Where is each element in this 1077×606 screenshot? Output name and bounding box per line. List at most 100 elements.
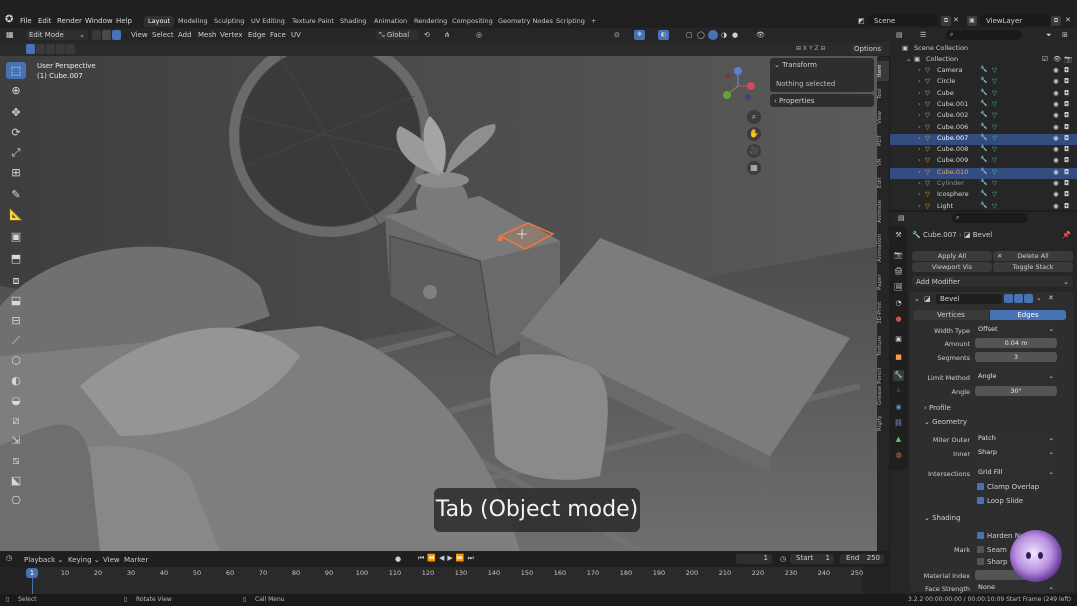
segments-field[interactable]: 3: [975, 352, 1057, 362]
outliner-editor-icon[interactable]: ▤: [896, 31, 903, 39]
add-cube-tool[interactable]: ▣: [6, 228, 26, 245]
new-scene-icon[interactable]: ⧉: [941, 16, 951, 26]
tab-edit[interactable]: Edit: [877, 175, 889, 191]
tool-tab-icon[interactable]: ⚒: [893, 230, 904, 241]
render-tab-icon[interactable]: 📷: [893, 250, 904, 261]
shading-rendered-icon[interactable]: ●: [732, 31, 738, 39]
transform-title[interactable]: ⌄ Transform: [774, 61, 817, 69]
close-scene-icon[interactable]: ✕: [953, 16, 959, 24]
tab-texture-paint[interactable]: Texture Paint: [288, 16, 338, 27]
tab-rigify[interactable]: Rigify: [877, 413, 889, 433]
move-tool[interactable]: ✥: [6, 104, 26, 121]
properties-title[interactable]: › Properties: [774, 97, 814, 105]
select-box-mode-intersect[interactable]: [66, 44, 75, 54]
shading-solid-icon[interactable]: [708, 30, 718, 40]
chevron-right-icon[interactable]: ›: [918, 145, 921, 153]
camera-icon[interactable]: ◘: [1064, 111, 1069, 119]
view-object-types-icon[interactable]: ⊙: [614, 31, 620, 39]
menu-add[interactable]: Add: [178, 31, 192, 39]
tab-scripting[interactable]: Scripting: [552, 16, 589, 27]
shear-tool[interactable]: ⧅: [6, 452, 26, 469]
cursor-tool[interactable]: ⊕: [6, 82, 26, 99]
outliner-display-icon[interactable]: ☰: [920, 31, 926, 39]
outliner-row[interactable]: › ▽ Cube 🔧 ▽ ◉ ◘: [890, 89, 1077, 100]
menu-marker[interactable]: Marker: [124, 556, 148, 564]
rotate-tool[interactable]: ⟳: [6, 124, 26, 141]
new-view-layer-icon[interactable]: ⧉: [1051, 16, 1061, 26]
sharp-checkbox[interactable]: [977, 558, 984, 565]
modifier-name-field[interactable]: Bevel: [936, 294, 1002, 304]
tab-animation[interactable]: Animation: [370, 16, 411, 27]
rip-region-tool[interactable]: ⬕: [6, 472, 26, 489]
pan-hand-icon[interactable]: ✋: [747, 127, 761, 141]
camera-icon[interactable]: ◘: [1064, 179, 1069, 187]
tab-modeling[interactable]: Modeling: [174, 16, 212, 27]
proportional-edit-icon[interactable]: ◎: [476, 31, 482, 39]
shading-wireframe-icon[interactable]: ◯: [697, 31, 705, 39]
end-frame-field[interactable]: End 250: [840, 554, 884, 564]
tab-tool[interactable]: Tool: [877, 85, 889, 103]
knife-tool[interactable]: ⟋: [6, 332, 26, 349]
current-frame-field[interactable]: 1: [736, 554, 772, 564]
eye-icon[interactable]: ◉: [1053, 111, 1059, 119]
camera-icon[interactable]: ◘: [1064, 123, 1069, 131]
object-tab-icon[interactable]: ■: [893, 352, 904, 363]
new-collection-icon[interactable]: ⊞: [1062, 31, 1068, 39]
toggle-stack-button[interactable]: Toggle Stack: [993, 262, 1073, 272]
eye-icon[interactable]: ◉: [1053, 145, 1059, 153]
select-box-mode-invert[interactable]: [56, 44, 65, 54]
chevron-right-icon[interactable]: ›: [918, 123, 921, 131]
physics-tab-icon[interactable]: ◉: [893, 402, 904, 413]
chevron-right-icon[interactable]: ›: [918, 156, 921, 164]
close-view-layer-icon[interactable]: ✕: [1065, 16, 1071, 24]
properties-search[interactable]: ⌕: [952, 213, 1028, 223]
chevron-right-icon[interactable]: ›: [918, 111, 921, 119]
edit-mode-toggle-icon[interactable]: [1004, 294, 1013, 303]
data-tab-icon[interactable]: ▲: [893, 434, 904, 445]
eye-icon[interactable]: ◉: [1053, 66, 1059, 74]
zoom-icon[interactable]: ⌕: [747, 110, 761, 124]
3d-viewport[interactable]: User Perspective (1) Cube.007 ⌕ ✋ 🎥 ▦ ⌄ …: [0, 56, 878, 551]
chevron-right-icon[interactable]: ›: [918, 77, 921, 85]
start-frame-field[interactable]: Start 1: [790, 554, 834, 564]
output-tab-icon[interactable]: 🖨: [893, 266, 904, 277]
camera-icon[interactable]: ◘: [1064, 134, 1069, 142]
properties-editor-icon[interactable]: ▤: [898, 214, 905, 222]
spin-tool[interactable]: ◐: [6, 372, 26, 389]
menu-timeline-view[interactable]: View: [103, 556, 120, 564]
tab-rendering[interactable]: Rendering: [410, 16, 451, 27]
mirror-axis-icons[interactable]: ⊞ X Y Z ⊟: [796, 45, 826, 52]
collection-row[interactable]: ⌄ ▣ Collection ☑ 👁 📷: [890, 55, 1077, 66]
gizmo-y-axis[interactable]: [723, 91, 731, 99]
editor-type-icon[interactable]: ▦: [6, 30, 14, 39]
select-mode-edge-button[interactable]: [102, 30, 111, 40]
eye-icon[interactable]: ◉: [1053, 77, 1059, 85]
outliner-row[interactable]: › ▽ Cylinder 🔧 ▽ ◉ ◘: [890, 179, 1077, 190]
camera-icon[interactable]: ◘: [1064, 145, 1069, 153]
chevron-right-icon[interactable]: ›: [918, 89, 921, 97]
loop-slide-checkbox[interactable]: [977, 497, 984, 504]
chevron-right-icon[interactable]: ›: [918, 168, 921, 176]
collection-tab-icon[interactable]: ▣: [893, 334, 904, 345]
tab-texture[interactable]: Texture: [877, 333, 889, 359]
outliner-row[interactable]: › ▽ Cube.008 🔧 ▽ ◉ ◘: [890, 145, 1077, 156]
smooth-tool[interactable]: ◒: [6, 392, 26, 409]
menu-render[interactable]: Render: [57, 17, 82, 25]
select-box-mode-extend[interactable]: [36, 44, 45, 54]
profile-subpanel[interactable]: › Profile: [924, 404, 951, 412]
outliner-row[interactable]: › ▽ Cube.009 🔧 ▽ ◉ ◘: [890, 156, 1077, 167]
shrink-fatten-tool[interactable]: ⇲: [6, 432, 26, 449]
extrude-tool[interactable]: ⬒: [6, 250, 26, 267]
overlay-icon[interactable]: ◐: [658, 30, 669, 40]
eye-icon[interactable]: ◉: [1053, 168, 1059, 176]
camera-icon[interactable]: ◘: [1064, 66, 1069, 74]
select-box-mode-new[interactable]: [26, 44, 35, 54]
snap-icon[interactable]: ⋔: [444, 31, 450, 39]
add-workspace-button[interactable]: +: [587, 16, 600, 27]
pin-icon[interactable]: 📌: [1062, 231, 1071, 239]
camera-icon[interactable]: 📷: [1064, 55, 1072, 63]
frame-ruler[interactable]: 0102030405060708090100110120130140150160…: [0, 567, 890, 594]
outliner-row[interactable]: › ▽ Circle 🔧 ▽ ◉ ◘: [890, 77, 1077, 88]
menu-help[interactable]: Help: [116, 17, 132, 25]
scale-tool[interactable]: ⤢: [6, 144, 26, 161]
